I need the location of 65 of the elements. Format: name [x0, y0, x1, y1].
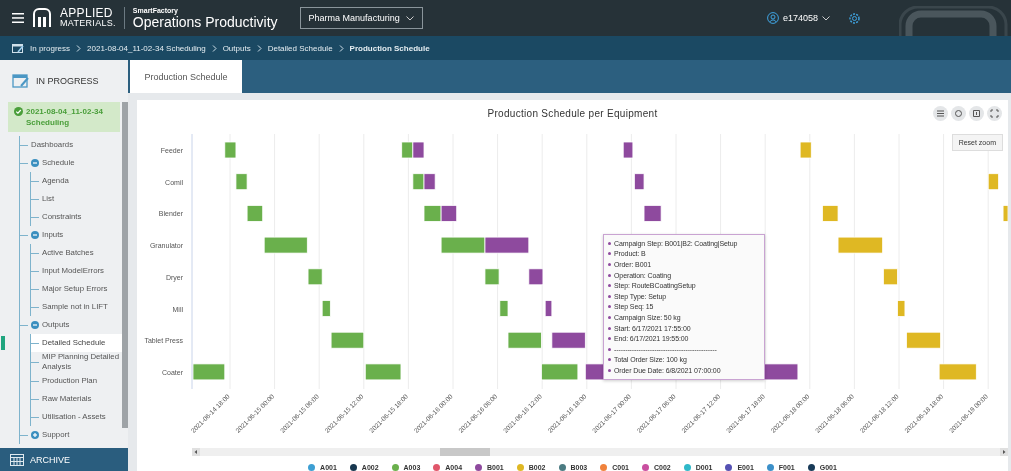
breadcrumb-link[interactable]: Outputs: [222, 43, 251, 53]
caret-icon: [405, 15, 414, 21]
chevron-icon: [76, 44, 82, 52]
bullet-icon: [608, 252, 611, 256]
bullet-icon: [608, 263, 611, 266]
schedule-bar[interactable]: [622, 141, 634, 159]
scrollbar[interactable]: [122, 102, 128, 428]
scrollbar[interactable]: [192, 448, 1008, 456]
collapse-icon[interactable]: [31, 159, 39, 167]
bullet-icon: [608, 294, 611, 298]
schedule-bar[interactable]: [401, 141, 414, 159]
user-icon: [766, 12, 779, 24]
logo-icon: [32, 8, 52, 28]
schedule-bar[interactable]: [764, 363, 799, 381]
bullet-icon: [608, 347, 611, 351]
menu-icon[interactable]: [933, 106, 948, 121]
section-title: IN PROGRESS: [36, 76, 99, 86]
schedule-bar[interactable]: [528, 268, 544, 286]
breadcrumb-link[interactable]: Detailed Schedule: [267, 43, 333, 53]
right-arrow-icon[interactable]: [1002, 450, 1006, 454]
selection-marker: [1, 336, 5, 350]
bullet-icon: [608, 337, 611, 341]
bullet-icon: [608, 358, 611, 362]
download-icon[interactable]: [969, 106, 984, 121]
chart-title: Production Schedule per Equipment: [487, 108, 658, 120]
calendar-icon: [12, 43, 24, 53]
breadcrumb-link[interactable]: In progress: [30, 43, 71, 53]
bullet-icon: [608, 284, 611, 288]
schedule-bar[interactable]: [551, 331, 586, 349]
chevron-icon: [256, 44, 262, 52]
check-icon: [14, 107, 23, 116]
schedule-bar[interactable]: [643, 205, 662, 222]
expand-icon[interactable]: [31, 431, 39, 439]
schedule-bar[interactable]: [633, 173, 645, 191]
chevron-icon: [338, 44, 344, 52]
zoom-icon[interactable]: [951, 106, 966, 121]
breadcrumb-link[interactable]: 2021-08-04_11-02-34 Scheduling: [87, 43, 206, 53]
schedule-bar[interactable]: [440, 205, 458, 222]
bullet-icon: [608, 368, 611, 372]
bullet-icon: [608, 273, 611, 277]
bullet-icon: [608, 315, 611, 319]
tab[interactable]: Production Schedule: [130, 60, 242, 93]
schedule-bar[interactable]: [412, 141, 425, 159]
brand-name: MATERIALS.: [60, 18, 116, 28]
menu-icon[interactable]: [12, 13, 24, 23]
settings-icon[interactable]: [848, 11, 861, 25]
brand-name: APPLIED: [60, 8, 114, 18]
bullet-icon: [608, 326, 611, 330]
schedule-bar[interactable]: [484, 236, 530, 254]
bullet-icon: [608, 305, 611, 309]
user-menu[interactable]: e174058: [766, 12, 830, 24]
scroll-thumb[interactable]: [440, 448, 490, 456]
calendar-icon: [12, 73, 30, 89]
site-selector[interactable]: Pharma Manufacturing: [299, 7, 423, 29]
bullet-icon: [608, 241, 611, 245]
chevron-icon: [211, 44, 217, 52]
breadcrumb-link[interactable]: Production Schedule: [349, 43, 430, 53]
collapse-icon[interactable]: [31, 231, 39, 239]
schedule-bar[interactable]: [544, 300, 553, 317]
collapse-icon[interactable]: [31, 321, 39, 329]
left-arrow-icon[interactable]: [194, 450, 198, 454]
caret-icon: [822, 15, 830, 21]
schedule-bar[interactable]: [423, 173, 436, 191]
calendar-icon: [10, 453, 24, 466]
section-title: ARCHIVE: [30, 454, 70, 465]
